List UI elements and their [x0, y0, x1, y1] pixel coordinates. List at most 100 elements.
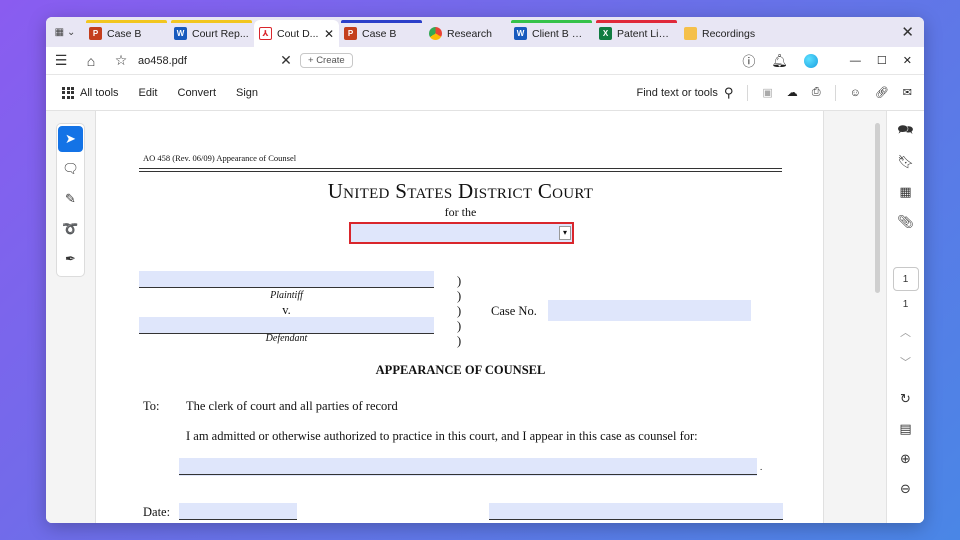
edit-menu[interactable]: Edit	[139, 87, 158, 99]
zoom-out-icon[interactable]: ⊖	[900, 474, 911, 504]
tab-case-b[interactable]: P Case B	[339, 20, 424, 47]
paren: )	[457, 334, 462, 348]
find-text-label: Find text or tools	[636, 86, 718, 99]
plaintiff-field[interactable]	[139, 271, 434, 287]
powerpoint-icon: P	[89, 27, 102, 40]
link-icon[interactable]: 🔗︎	[875, 86, 889, 99]
quick-tools-panel: ➤ 🗨︎ ✎ ➰ ✒	[56, 123, 85, 277]
tab-accent	[171, 20, 252, 23]
tab-label: Cout D...	[277, 27, 319, 40]
upload-cloud-icon[interactable]: ☁	[787, 86, 798, 99]
page-up-icon[interactable]: ︿	[900, 324, 911, 340]
header-rule	[139, 171, 782, 172]
main-toolbar: All tools Edit Convert Sign Find text or…	[46, 75, 924, 111]
tab-label: Court Rep...	[192, 27, 249, 40]
zoom-in-icon[interactable]: ⊕	[900, 444, 911, 474]
tab-patent-list[interactable]: X Patent List...	[594, 20, 679, 47]
vertical-scrollbar[interactable]	[875, 123, 880, 293]
signature-field[interactable]	[489, 503, 783, 519]
case-no-label: Case No.	[491, 304, 537, 318]
tab-menu-button[interactable]: ▦ ⌄	[46, 17, 84, 47]
word-icon: W	[514, 27, 527, 40]
bell-icon[interactable]: 🔔︎	[771, 53, 788, 69]
email-icon[interactable]: ✉	[903, 86, 912, 99]
close-tab-icon[interactable]: ✕	[324, 27, 334, 41]
hamburger-menu-icon[interactable]: ☰	[46, 52, 76, 69]
defendant-field[interactable]	[139, 317, 434, 333]
all-tools-button[interactable]: All tools	[62, 86, 119, 99]
tab-research[interactable]: Research	[424, 20, 509, 47]
versus-label: v.	[282, 303, 291, 317]
to-label: To:	[143, 399, 160, 413]
tab-accent	[86, 20, 167, 23]
tab-label: Research	[447, 27, 492, 40]
form-header: AO 458 (Rev. 06/09) Appearance of Counse…	[143, 153, 297, 163]
content-area: ➤ 🗨︎ ✎ ➰ ✒ AO 458 (Rev. 06/09) Appearanc…	[46, 111, 924, 523]
tab-label: Case B	[362, 27, 397, 40]
counsel-for-line	[179, 474, 757, 475]
close-icon[interactable]: ✕	[903, 54, 912, 67]
current-page-input[interactable]: 1	[892, 267, 919, 291]
search-icon: ⚲	[723, 84, 734, 100]
page-info-icon[interactable]: ▤	[899, 414, 911, 444]
pdf-page: AO 458 (Rev. 06/09) Appearance of Counse…	[95, 111, 824, 523]
find-text-button[interactable]: Find text or tools ⚲	[637, 85, 734, 101]
tab-court-rep[interactable]: W Court Rep...	[169, 20, 254, 47]
all-tools-label: All tools	[80, 86, 119, 99]
date-label: Date:	[143, 505, 171, 519]
for-the-label: for the	[444, 205, 477, 219]
print-icon[interactable]: ⎙	[812, 86, 821, 99]
excel-icon: X	[599, 27, 612, 40]
add-comment-icon[interactable]: 🗨︎	[58, 156, 83, 182]
defendant-label: Defendant	[265, 333, 308, 344]
tab-strip: ▦ ⌄ P Case B W Court Rep... ⅄ Cout D... ✕ P Case…	[46, 17, 924, 47]
lasso-draw-icon[interactable]: ➰	[58, 216, 83, 242]
convert-menu[interactable]: Convert	[178, 87, 217, 99]
total-pages: 1	[902, 299, 909, 310]
page-down-icon[interactable]: ﹀	[900, 354, 911, 370]
date-field[interactable]	[179, 503, 297, 519]
tab-cout-d[interactable]: ⅄ Cout D... ✕	[254, 20, 339, 47]
tab-label: Case B	[107, 27, 142, 40]
attachment-icon[interactable]: 📎︎	[897, 207, 914, 237]
bookmark-icon[interactable]: 🔖︎	[897, 147, 914, 177]
thumbnails-grid-icon[interactable]: ▦	[899, 177, 911, 207]
star-icon[interactable]: ☆	[106, 52, 136, 69]
folder-icon	[684, 27, 697, 40]
close-window-icon[interactable]: ✕	[901, 23, 914, 41]
chrome-icon	[429, 27, 442, 40]
court-title: United States District Court	[327, 179, 594, 203]
select-cursor-icon[interactable]: ➤	[58, 126, 83, 152]
minimize-icon[interactable]: —	[850, 55, 861, 67]
save-icon[interactable]: ▣	[762, 86, 772, 99]
separator	[834, 84, 836, 101]
apps-grid-icon	[62, 86, 74, 99]
district-dropdown[interactable]: ▾	[349, 222, 574, 244]
highlight-pen-icon[interactable]: ✎	[58, 186, 83, 212]
app-window: ▦ ⌄ P Case B W Court Rep... ⅄ Cout D... ✕ P Case…	[46, 17, 924, 523]
tab-label: Client B M...	[532, 27, 589, 40]
sign-pen-icon[interactable]: ✒	[58, 246, 83, 272]
sign-menu[interactable]: Sign	[236, 87, 258, 99]
profile-globe-icon[interactable]	[803, 53, 818, 68]
tab-recordings[interactable]: Recordings	[679, 20, 764, 47]
help-icon[interactable]: ⓘ	[742, 51, 755, 70]
create-button[interactable]: + Create	[300, 53, 353, 68]
admission-text: I am admitted or otherwise authorized to…	[186, 429, 698, 443]
home-icon[interactable]: ⌂	[76, 53, 106, 69]
date-line	[179, 519, 297, 520]
acrobat-icon: ⅄	[259, 27, 272, 40]
share-user-icon[interactable]: ☺	[850, 87, 861, 99]
maximize-icon[interactable]: ☐	[877, 54, 887, 67]
case-number-field[interactable]	[548, 300, 751, 321]
comments-icon[interactable]: 🗪︎	[897, 117, 913, 147]
tab-client-b-m[interactable]: W Client B M...	[509, 20, 594, 47]
tab-accent	[511, 20, 592, 23]
signature-line	[489, 519, 783, 520]
right-sidebar: 🗪︎ 🔖︎ ▦ 📎︎ 1 1 ︿ ﹀ ↻ ▤ ⊕ ⊖	[886, 111, 924, 523]
refresh-icon[interactable]: ↻	[900, 384, 911, 414]
paren: )	[457, 304, 462, 318]
close-document-icon[interactable]: ✕	[278, 52, 294, 69]
chevron-down-icon: ⌄	[67, 26, 76, 38]
tab-case-b[interactable]: P Case B	[84, 20, 169, 47]
